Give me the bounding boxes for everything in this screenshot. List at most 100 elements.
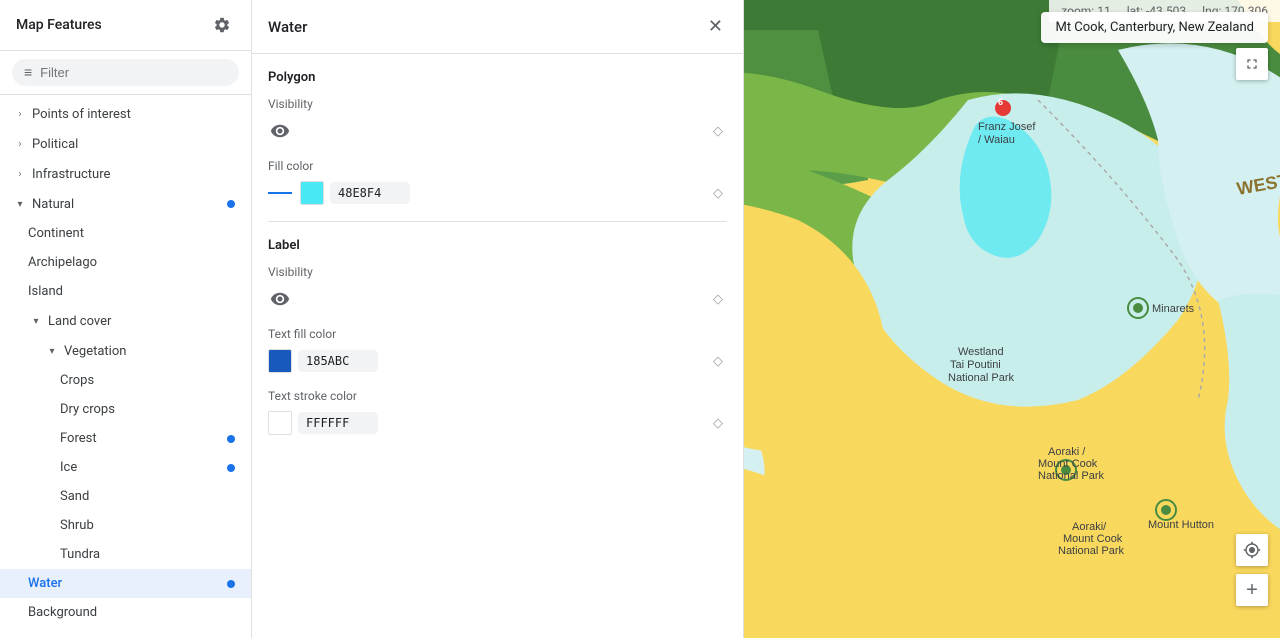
fill-diamond-icon[interactable]: ◇ bbox=[709, 184, 727, 202]
svg-text:Franz Josef: Franz Josef bbox=[978, 121, 1036, 133]
text-fill-color-swatch[interactable] bbox=[268, 349, 292, 373]
sidebar-item-label: Island bbox=[28, 284, 235, 299]
sidebar-item-vegetation[interactable]: ▾ Vegetation bbox=[0, 336, 251, 366]
caret-icon: › bbox=[12, 106, 28, 122]
sidebar-title: Map Features bbox=[16, 17, 102, 33]
panel-title: Water bbox=[268, 18, 307, 36]
sidebar-item-land-cover[interactable]: ▾ Land cover bbox=[0, 306, 251, 336]
filter-icon: ≡ bbox=[24, 64, 32, 81]
eye-icon bbox=[270, 121, 290, 141]
expand-icon: ▾ bbox=[28, 313, 44, 329]
sidebar-item-points-of-interest[interactable]: › Points of interest bbox=[0, 99, 251, 129]
sidebar-item-label: Crops bbox=[60, 373, 235, 388]
zoom-in-button[interactable]: + bbox=[1236, 574, 1268, 606]
sidebar-item-political[interactable]: › Political bbox=[0, 129, 251, 159]
label-section-title: Label bbox=[268, 238, 727, 253]
filter-bar: ≡ bbox=[0, 51, 251, 95]
text-stroke-color-swatch[interactable] bbox=[268, 411, 292, 435]
sidebar-item-label: Dry crops bbox=[60, 402, 235, 417]
map-area[interactable]: zoom: 11 lat: -43.503 lng: 170.306 WEST … bbox=[744, 0, 1280, 638]
svg-text:Mount Hutton: Mount Hutton bbox=[1148, 519, 1214, 531]
lng-label: lng: 170.306 bbox=[1202, 4, 1268, 18]
sidebar-item-shrub[interactable]: Shrub bbox=[0, 511, 251, 540]
sidebar-item-label: Infrastructure bbox=[32, 167, 235, 182]
filter-input-wrap: ≡ bbox=[12, 59, 239, 86]
svg-text:Mount Cook: Mount Cook bbox=[1038, 458, 1098, 470]
modified-dot bbox=[227, 435, 235, 443]
sidebar-item-label: Political bbox=[32, 137, 235, 152]
visibility-label: Visibility bbox=[268, 97, 727, 111]
modified-dot bbox=[227, 464, 235, 472]
gear-icon bbox=[213, 16, 231, 34]
sidebar-item-natural[interactable]: ▾ Natural bbox=[0, 189, 251, 219]
sidebar-item-label: Background bbox=[28, 605, 235, 620]
sidebar-item-water[interactable]: Water bbox=[0, 569, 251, 598]
sidebar-item-label: Archipelago bbox=[28, 255, 235, 270]
caret-icon: › bbox=[12, 166, 28, 182]
text-fill-color-input[interactable]: 185ABC bbox=[298, 350, 378, 372]
sidebar-item-island[interactable]: Island bbox=[0, 277, 251, 306]
label-visibility-label: Visibility bbox=[268, 265, 727, 279]
diamond-icon[interactable]: ◇ bbox=[709, 122, 727, 140]
expand-icon: ▾ bbox=[44, 343, 60, 359]
text-stroke-color-input[interactable]: FFFFFF bbox=[298, 412, 378, 434]
sidebar-item-label: Natural bbox=[32, 197, 227, 212]
caret-icon: › bbox=[12, 136, 28, 152]
sidebar-item-tundra[interactable]: Tundra bbox=[0, 540, 251, 569]
sidebar-header: Map Features bbox=[0, 0, 251, 51]
my-location-button[interactable] bbox=[1236, 534, 1268, 566]
sidebar-item-crops[interactable]: Crops bbox=[0, 366, 251, 395]
line-indicator bbox=[268, 192, 292, 194]
svg-text:National Park: National Park bbox=[948, 372, 1015, 384]
sidebar-item-infrastructure[interactable]: › Infrastructure bbox=[0, 159, 251, 189]
text-fill-color-label: Text fill color bbox=[268, 327, 727, 341]
close-button[interactable]: ✕ bbox=[704, 12, 727, 41]
visibility-toggle[interactable] bbox=[268, 119, 292, 143]
svg-text:6: 6 bbox=[998, 97, 1003, 107]
sidebar-item-archipelago[interactable]: Archipelago bbox=[0, 248, 251, 277]
sidebar-item-label: Ice bbox=[60, 460, 227, 475]
sidebar-item-forest[interactable]: Forest bbox=[0, 424, 251, 453]
filter-input[interactable] bbox=[40, 65, 227, 80]
sidebar-item-continent[interactable]: Continent bbox=[0, 219, 251, 248]
sidebar-item-label: Vegetation bbox=[64, 344, 235, 359]
divider bbox=[268, 221, 727, 222]
panel-header: Water ✕ bbox=[252, 0, 743, 54]
fill-color-input[interactable]: 48E8F4 bbox=[330, 182, 410, 204]
text-stroke-diamond-icon[interactable]: ◇ bbox=[709, 414, 727, 432]
fill-color-swatch[interactable] bbox=[300, 181, 324, 205]
map-coords: zoom: 11 lat: -43.503 lng: 170.306 bbox=[1049, 0, 1280, 22]
fullscreen-icon bbox=[1244, 56, 1260, 72]
svg-text:Aoraki/: Aoraki/ bbox=[1072, 521, 1107, 533]
zoom-label: zoom: 11 bbox=[1061, 4, 1110, 18]
settings-button[interactable] bbox=[209, 12, 235, 38]
svg-text:Aoraki /: Aoraki / bbox=[1048, 446, 1086, 458]
sidebar-item-sand[interactable]: Sand bbox=[0, 482, 251, 511]
feature-panel: Water ✕ Polygon Visibility ◇ Fill color bbox=[252, 0, 744, 638]
sidebar-item-label: Shrub bbox=[60, 518, 235, 533]
sidebar-item-label: Land cover bbox=[48, 314, 235, 329]
text-fill-diamond-icon[interactable]: ◇ bbox=[709, 352, 727, 370]
sidebar-item-background[interactable]: Background bbox=[0, 598, 251, 627]
svg-text:National Park: National Park bbox=[1038, 470, 1105, 482]
sidebar-item-dry-crops[interactable]: Dry crops bbox=[0, 395, 251, 424]
sidebar-item-label: Points of interest bbox=[32, 107, 235, 122]
fullscreen-button[interactable] bbox=[1236, 48, 1268, 80]
sidebar-item-label: Continent bbox=[28, 226, 235, 241]
sidebar: Map Features ≡ › Points of interest › Po… bbox=[0, 0, 252, 638]
sidebar-item-label: Water bbox=[28, 576, 227, 591]
modified-dot bbox=[227, 200, 235, 208]
lat-label: lat: -43.503 bbox=[1127, 4, 1186, 18]
sidebar-item-ice[interactable]: Ice bbox=[0, 453, 251, 482]
svg-text:/ Waiau: / Waiau bbox=[978, 134, 1015, 146]
svg-text:Westland: Westland bbox=[958, 346, 1004, 358]
sidebar-item-label: Sand bbox=[60, 489, 235, 504]
svg-text:Tai Poutini: Tai Poutini bbox=[950, 359, 1001, 371]
label-visibility-row: ◇ bbox=[268, 287, 727, 311]
sidebar-item-label: Forest bbox=[60, 431, 227, 446]
label-diamond-icon[interactable]: ◇ bbox=[709, 290, 727, 308]
text-stroke-color-label: Text stroke color bbox=[268, 389, 727, 403]
label-visibility-toggle[interactable] bbox=[268, 287, 292, 311]
polygon-section-title: Polygon bbox=[268, 70, 727, 85]
svg-text:National Park: National Park bbox=[1058, 545, 1125, 557]
